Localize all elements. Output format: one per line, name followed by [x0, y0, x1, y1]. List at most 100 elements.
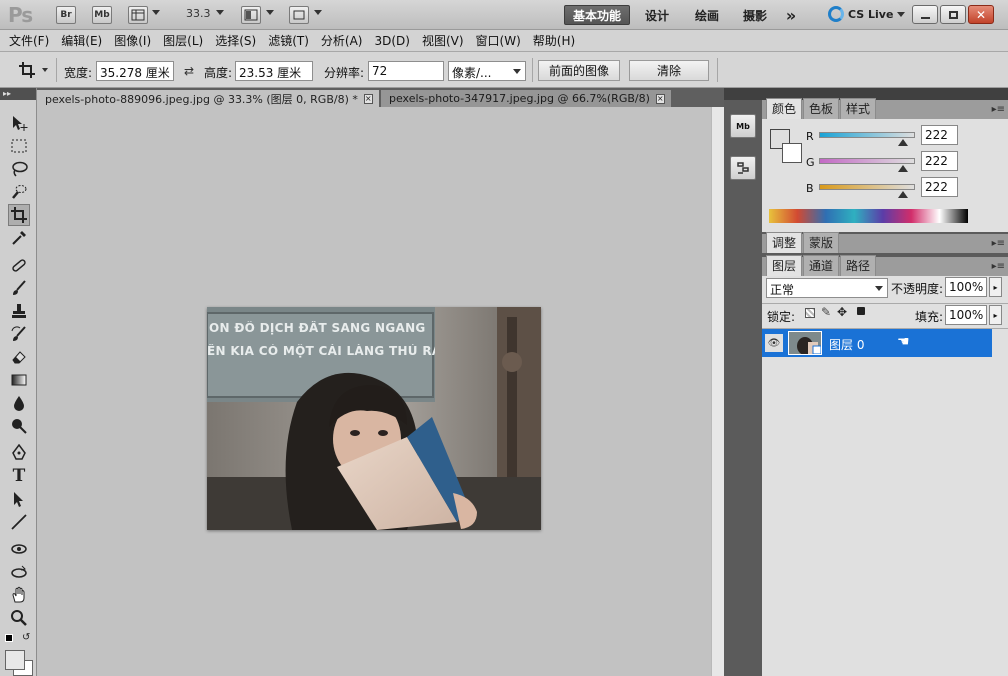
lock-pixels-icon[interactable]: ✎ — [821, 305, 831, 319]
spot-healing-tool[interactable] — [8, 254, 30, 276]
vertical-scrollbar[interactable] — [711, 107, 724, 676]
document-tab-active[interactable]: pexels-photo-889096.jpeg.jpg @ 33.3% (图层… — [37, 90, 379, 107]
eye-icon[interactable]: 👁 — [765, 334, 783, 352]
layer-row[interactable]: 👁 图层 0 ☚ — [762, 329, 992, 357]
history-brush-tool[interactable] — [8, 323, 30, 345]
menu-3d[interactable]: 3D(D) — [368, 34, 415, 48]
panel-menu-icon[interactable]: ▸≡ — [992, 104, 1005, 115]
brush-tool[interactable] — [8, 277, 30, 299]
chevron-down-icon[interactable] — [152, 10, 160, 15]
gradient-tool[interactable] — [8, 369, 30, 391]
screen-mode-button[interactable] — [289, 6, 309, 24]
color-panel-background-swatch[interactable] — [782, 143, 802, 163]
menu-filter[interactable]: 滤镜(T) — [262, 32, 315, 49]
width-field[interactable]: 35.278 厘米 — [96, 61, 174, 81]
color-spectrum-bar[interactable] — [769, 209, 968, 223]
maximize-button[interactable] — [940, 5, 966, 24]
resolution-field[interactable]: 72 — [368, 61, 444, 81]
menu-edit[interactable]: 编辑(E) — [55, 32, 108, 49]
mini-bridge-button[interactable]: Mb — [92, 6, 112, 24]
3d-rotate-tool[interactable] — [8, 538, 30, 560]
panel-menu-icon[interactable]: ▸≡ — [992, 261, 1005, 272]
chevron-down-icon[interactable] — [266, 10, 274, 15]
lock-position-icon[interactable]: ✥ — [837, 305, 847, 319]
chevron-down-icon[interactable] — [216, 10, 224, 15]
resolution-unit-select[interactable]: 像素/... — [448, 61, 526, 81]
marquee-tool[interactable] — [8, 135, 30, 157]
workspace-overflow-button[interactable]: » — [780, 5, 802, 25]
swap-dimensions-icon[interactable]: ⇄ — [184, 64, 194, 78]
lock-all-icon[interactable] — [857, 307, 865, 315]
fill-field[interactable]: 100% — [945, 305, 987, 325]
minimize-button[interactable] — [912, 5, 938, 24]
tab-layers[interactable]: 图层 — [766, 255, 803, 276]
panel-menu-icon[interactable]: ▸≡ — [992, 238, 1005, 249]
close-icon[interactable]: × — [655, 93, 665, 104]
swap-colors-icon[interactable]: ↺ — [22, 632, 30, 643]
tools-panel-header[interactable]: ▸▸ — [0, 88, 36, 100]
default-colors-icon[interactable] — [5, 634, 13, 642]
view-extras-button[interactable] — [128, 6, 148, 24]
quick-selection-tool[interactable] — [8, 181, 30, 203]
mini-bridge-panel-button[interactable]: Mb — [730, 114, 756, 138]
menu-image[interactable]: 图像(I) — [108, 32, 157, 49]
document-tab-inactive[interactable]: pexels-photo-347917.jpeg.jpg @ 66.7%(RGB… — [381, 90, 671, 107]
eraser-tool[interactable] — [8, 346, 30, 368]
hand-tool[interactable] — [8, 584, 30, 606]
type-tool[interactable]: T — [8, 465, 30, 487]
tab-paths[interactable]: 路径 — [840, 255, 877, 276]
close-icon[interactable]: × — [363, 93, 373, 104]
fill-slider-toggle[interactable]: ▸ — [989, 305, 1002, 325]
path-selection-tool[interactable] — [8, 488, 30, 510]
green-channel-slider[interactable] — [819, 158, 915, 164]
lock-transparency-icon[interactable] — [805, 308, 815, 318]
menu-window[interactable]: 窗口(W) — [470, 32, 527, 49]
dock-header[interactable] — [724, 88, 762, 100]
menu-select[interactable]: 选择(S) — [209, 32, 262, 49]
workspace-essentials-button[interactable]: 基本功能 — [564, 5, 630, 25]
zoom-level[interactable]: 33.3 — [186, 7, 211, 20]
clear-button[interactable]: 清除 — [629, 60, 709, 81]
opacity-field[interactable]: 100% — [945, 277, 987, 297]
blur-tool[interactable] — [8, 392, 30, 414]
lasso-tool[interactable] — [8, 158, 30, 180]
crop-tool[interactable] — [8, 204, 30, 226]
height-field[interactable]: 23.53 厘米 — [235, 61, 313, 81]
menu-analysis[interactable]: 分析(A) — [315, 32, 369, 49]
tab-styles[interactable]: 样式 — [840, 98, 877, 119]
zoom-tool[interactable] — [8, 607, 30, 629]
green-slider-thumb[interactable] — [897, 165, 908, 172]
document-image[interactable]: ON ĐÔ DỊCH ĐẤT SANG NGANG ẾN KIA CÓ MỘT … — [207, 307, 541, 530]
arrange-documents-button[interactable] — [241, 6, 261, 24]
green-value-field[interactable]: 222 — [921, 151, 958, 171]
blue-channel-slider[interactable] — [819, 184, 915, 190]
pen-tool[interactable] — [8, 442, 30, 464]
tab-color[interactable]: 颜色 — [766, 98, 803, 119]
chevron-down-icon[interactable] — [314, 10, 322, 15]
foreground-color-swatch[interactable] — [5, 650, 25, 670]
dodge-tool[interactable] — [8, 415, 30, 437]
menu-file[interactable]: 文件(F) — [3, 32, 55, 49]
eyedropper-tool[interactable] — [8, 227, 30, 249]
line-tool[interactable] — [8, 511, 30, 533]
menu-view[interactable]: 视图(V) — [416, 32, 470, 49]
blue-value-field[interactable]: 222 — [921, 177, 958, 197]
history-panel-button[interactable] — [730, 156, 756, 180]
opacity-slider-toggle[interactable]: ▸ — [989, 277, 1002, 297]
workspace-design-button[interactable]: 设计 — [640, 5, 674, 25]
clone-stamp-tool[interactable] — [8, 300, 30, 322]
front-image-button[interactable]: 前面的图像 — [538, 60, 620, 81]
red-slider-thumb[interactable] — [897, 139, 908, 146]
tab-channels[interactable]: 通道 — [803, 255, 840, 276]
tab-swatches[interactable]: 色板 — [803, 98, 840, 119]
chevron-down-icon[interactable] — [42, 68, 48, 72]
bridge-button[interactable]: Br — [56, 6, 76, 24]
red-channel-slider[interactable] — [819, 132, 915, 138]
blend-mode-select[interactable]: 正常 — [766, 278, 888, 298]
workspace-painting-button[interactable]: 绘画 — [690, 5, 724, 25]
close-button[interactable]: ✕ — [968, 5, 994, 24]
tab-masks[interactable]: 蒙版 — [803, 232, 840, 253]
3d-orbit-tool[interactable] — [8, 561, 30, 583]
menu-help[interactable]: 帮助(H) — [527, 32, 581, 49]
tool-preset-picker[interactable] — [16, 60, 38, 80]
